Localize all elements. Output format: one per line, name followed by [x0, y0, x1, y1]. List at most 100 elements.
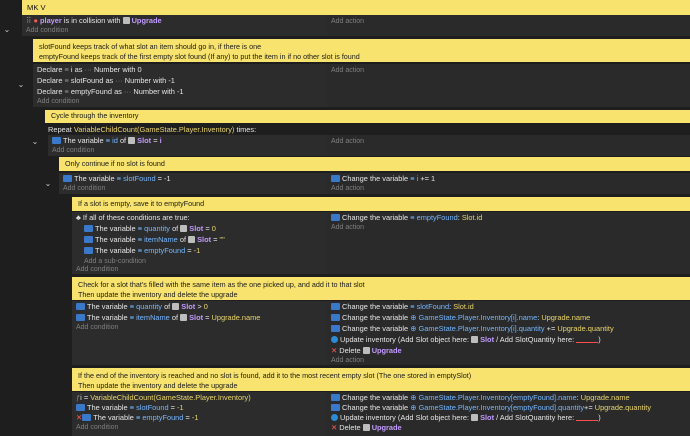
action-text: )	[598, 335, 601, 344]
add-action-button[interactable]: Add action	[331, 17, 364, 27]
condition-column[interactable]: The variable ≡ slotFound = -1 Add condit…	[59, 173, 327, 194]
action-text: Change the variable	[342, 174, 409, 183]
action-column[interactable]: Add action	[327, 15, 690, 36]
action-column[interactable]: Add action	[327, 135, 690, 156]
with-label: with	[122, 65, 136, 74]
condition-column[interactable]: ♣ If all of these conditions are true: T…	[72, 212, 327, 274]
condition-column[interactable]: ƒi = VariableChildCount(GameState.Player…	[72, 392, 327, 436]
value: Upgrade.name	[211, 313, 261, 322]
action-column[interactable]: Add action	[327, 64, 690, 107]
variable-name: slotFound	[416, 302, 450, 311]
condition-text: The variable	[87, 313, 128, 322]
operator: =	[170, 403, 175, 412]
condition-column[interactable]: ⠿ ● player is in collision with Upgrade …	[22, 15, 327, 36]
as-label: as	[74, 65, 83, 74]
variable-icon	[331, 303, 340, 310]
condition-text: The variable	[87, 403, 128, 412]
variable-name: quantity	[144, 224, 170, 233]
object-upgrade: Upgrade	[371, 423, 402, 432]
collapse-chevron-icon[interactable]: ⌄	[2, 25, 12, 34]
variable-name: emptyFound	[144, 246, 186, 255]
action-text: Delete	[339, 346, 361, 355]
action-text: Change the variable	[342, 313, 409, 322]
empty-parameter-field[interactable]	[576, 414, 599, 421]
add-action-button[interactable]: Add action	[331, 184, 364, 194]
condition-column[interactable]: Declare ≡ i as ··· Number with 0 Declare…	[33, 64, 327, 107]
value: 0	[203, 302, 208, 311]
empty-parameter-field[interactable]	[576, 336, 599, 343]
repeat-event[interactable]: ⌄ Repeat VariableChildCount(GameState.Pl…	[0, 124, 690, 156]
add-condition-button[interactable]: Add condition	[37, 97, 79, 107]
variable-name: slotFound	[70, 76, 104, 85]
action-column[interactable]: Change the variable ≡ emptyFound: Slot.i…	[327, 212, 690, 274]
comment-only-continue[interactable]: Only continue if no slot is found	[59, 157, 690, 171]
variable-name: GameState.Player.Inventory[i].quantity	[418, 324, 545, 333]
operator: =	[153, 136, 158, 145]
slot-object-icon	[188, 236, 196, 243]
local-variables-block[interactable]: ⌄ Declare ≡ i as ··· Number with 0 Decla…	[0, 64, 690, 107]
variable-name: GameState.Player.Inventory[emptyFound].n…	[418, 393, 577, 402]
condition-column[interactable]: The variable ≡ quantity of Slot > 0 The …	[72, 301, 327, 365]
object-slot: Slot	[137, 136, 152, 145]
scene-header[interactable]: MK V	[22, 0, 690, 15]
add-condition-button[interactable]: Add condition	[76, 323, 118, 333]
value: i	[159, 136, 162, 145]
value: -1	[193, 246, 201, 255]
comment-end-of-inventory[interactable]: If the end of the inventory is reached a…	[72, 368, 690, 391]
variable-value: -1	[168, 76, 175, 85]
value: Upgrade.name	[541, 313, 591, 322]
condition-text: The variable	[95, 235, 136, 244]
action-column[interactable]: Change the variable ≡ slotFound: Slot.id…	[327, 301, 690, 365]
delete-upgrade-action[interactable]: ✕ Delete Upgrade	[331, 422, 402, 434]
add-condition-button[interactable]: Add condition	[76, 423, 118, 433]
value: VariableChildCount(GameState.Player.Inve…	[90, 393, 251, 402]
emptyfound-condition[interactable]: The variable ≡ emptyFound = -1	[84, 245, 200, 257]
comment-empty-slot[interactable]: If a slot is empty, save it to emptyFoun…	[72, 197, 690, 211]
comment-line: If a slot is empty, save it to emptyFoun…	[78, 199, 205, 208]
operator: +=	[546, 324, 556, 333]
action-column[interactable]: Change the variable ⊕ GameState.Player.I…	[327, 392, 690, 436]
event-end-of-inventory[interactable]: ƒi = VariableChildCount(GameState.Player…	[0, 392, 690, 436]
collapse-chevron-icon[interactable]: ⌄	[16, 80, 26, 89]
condition-text: The variable	[87, 302, 128, 311]
with-label: with	[161, 87, 175, 96]
add-condition-button[interactable]: Add condition	[26, 26, 68, 36]
comment-slotfound[interactable]: slotFound keeps track of what slot an it…	[33, 39, 690, 62]
variable-icon	[331, 314, 340, 321]
action-text: )	[598, 413, 601, 422]
collapse-chevron-icon[interactable]: ⌄	[30, 137, 40, 146]
condition-column[interactable]: The variable ≡ id of Slot = i Add condit…	[48, 135, 327, 156]
add-action-button[interactable]: Add action	[331, 356, 364, 366]
comment-line: Then update the inventory and delete the…	[78, 381, 238, 390]
event-empty-slot[interactable]: ♣ If all of these conditions are true: T…	[0, 212, 690, 274]
object-slot: Slot	[189, 313, 204, 322]
event-collision[interactable]: ⌄ ⠿ ● player is in collision with Upgrad…	[0, 15, 690, 36]
event-slotfound-check[interactable]: ⌄ The variable ≡ slotFound = -1 Add cond…	[0, 173, 690, 194]
variable-icon	[76, 404, 85, 411]
variable-ref: ≡ quantity	[129, 302, 162, 311]
add-action-button[interactable]: Add action	[331, 223, 364, 233]
action-column[interactable]: Change the variable ≡ i += 1 Add action	[327, 173, 690, 194]
of-label: of	[171, 313, 179, 322]
variable-icon: ≡	[64, 65, 69, 74]
repeat-label: Repeat	[48, 125, 72, 134]
add-condition-button[interactable]: Add condition	[76, 265, 118, 275]
variable-ref: ≡ slotFound	[116, 174, 156, 183]
operator: =	[185, 413, 190, 422]
comment-same-item[interactable]: Check for a slot that's filled with the …	[72, 277, 690, 300]
comment-line: slotFound keeps track of what slot an it…	[39, 42, 262, 51]
slot-object-icon	[172, 303, 180, 310]
comment-line: Then update the inventory and delete the…	[78, 290, 238, 299]
repeat-expression: VariableChildCount(GameState.Player.Inve…	[73, 125, 235, 134]
add-condition-button[interactable]: Add condition	[63, 184, 105, 194]
add-condition-button[interactable]: Add condition	[52, 146, 94, 156]
add-action-button[interactable]: Add action	[331, 137, 364, 147]
operator: =	[213, 235, 218, 244]
comment-cycle[interactable]: Cycle through the inventory	[45, 110, 690, 123]
event-same-item[interactable]: The variable ≡ quantity of Slot > 0 The …	[0, 301, 690, 365]
number-type-icon: ···	[123, 87, 132, 96]
collapse-chevron-icon[interactable]: ⌄	[43, 179, 53, 188]
variable-name: i	[416, 174, 419, 183]
object-upgrade: Upgrade	[371, 346, 402, 355]
add-action-button[interactable]: Add action	[331, 66, 364, 76]
